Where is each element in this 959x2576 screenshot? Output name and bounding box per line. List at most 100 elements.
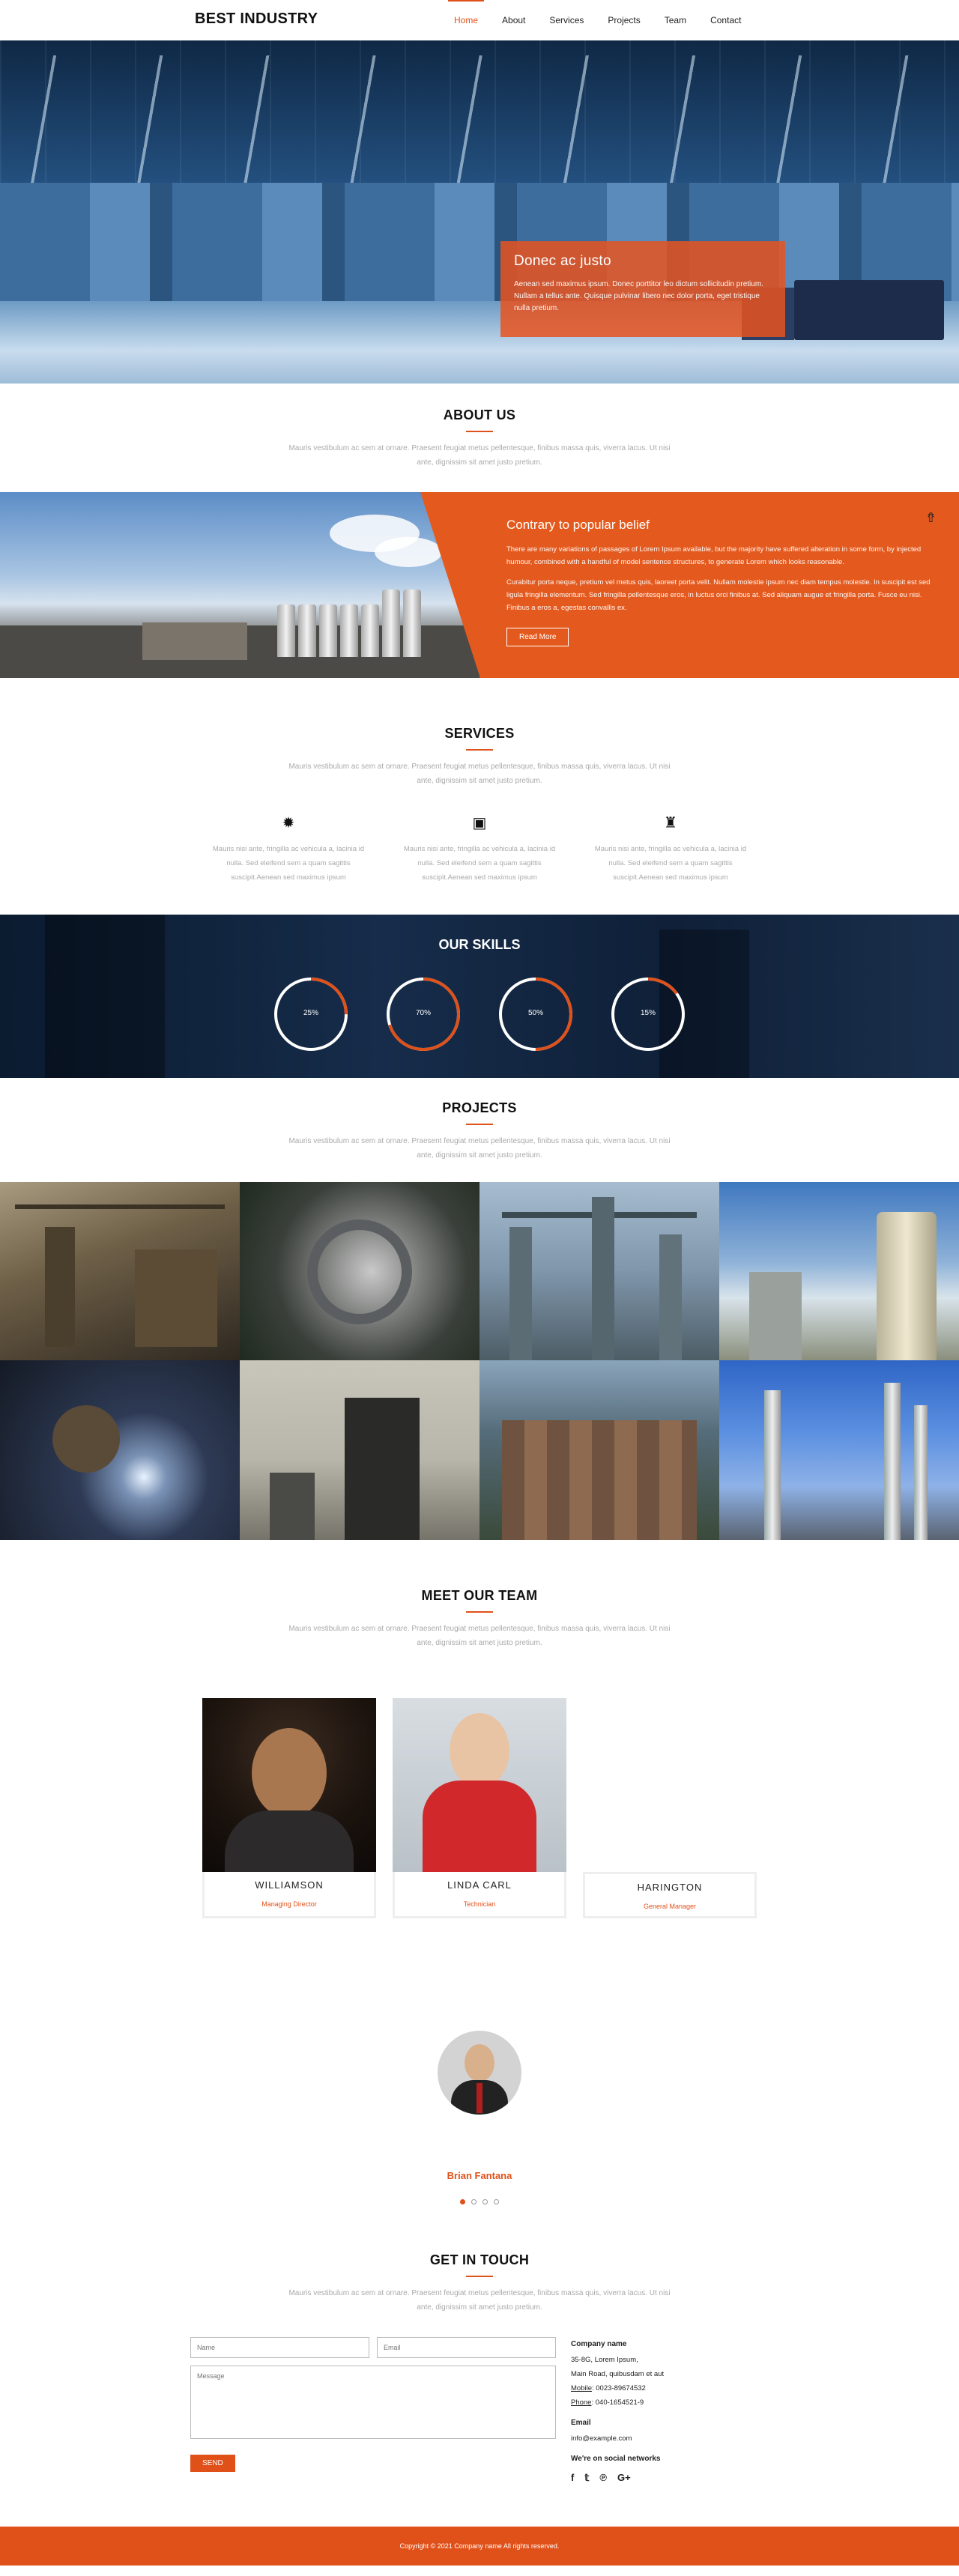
projects-header: PROJECTS Mauris vestibulum ac sem at orn… [0, 1078, 959, 1182]
carousel-dots [0, 2199, 959, 2204]
hero-image-truck [742, 280, 944, 340]
project-image[interactable] [719, 1360, 959, 1540]
nav-services[interactable]: Services [537, 0, 596, 40]
member-photo-placeholder [583, 1698, 757, 1872]
testimonial: Brian Fantana [0, 2031, 959, 2204]
team-member: LINDA CARL Technician [393, 1698, 566, 1918]
hero-text: Aenean sed maximus ipsum. Donec porttito… [514, 280, 763, 312]
member-photo [202, 1698, 376, 1872]
email-link[interactable]: info@example.com [571, 2431, 769, 2446]
phone-label: Phone [571, 2398, 592, 2407]
member-card: LINDA CARL Technician [393, 1872, 566, 1918]
heading-underline [466, 431, 493, 432]
project-image[interactable] [719, 1182, 959, 1360]
service-item: ♜ Mauris nisi ante, fringilla ac vehicul… [592, 813, 749, 885]
project-image[interactable] [0, 1360, 240, 1540]
project-image[interactable] [480, 1360, 719, 1540]
services-intro: Mauris vestibulum ac sem at ornare. Prae… [288, 763, 671, 785]
carousel-dot[interactable] [494, 2199, 499, 2204]
about-image-building [142, 622, 247, 660]
about-header: ABOUT US Mauris vestibulum ac sem at orn… [0, 384, 959, 492]
services-list: ✹ Mauris nisi ante, fringilla ac vehicul… [0, 813, 959, 885]
address-line: 35-8G, Lorem Ipsum, [571, 2356, 638, 2364]
skill-dial: 50% [497, 976, 574, 1052]
member-role: Managing Director [261, 1900, 317, 1908]
nav-team[interactable]: Team [653, 0, 698, 40]
projects-gallery [0, 1182, 959, 1540]
email-title: Email [571, 2419, 591, 2427]
about-image-silo [298, 604, 316, 657]
project-image[interactable] [480, 1182, 719, 1360]
copyright-text: Copyright © 2021 Company name All rights… [399, 2542, 560, 2550]
twitter-icon[interactable]: 𝕥 [584, 2470, 589, 2485]
heading-underline [466, 749, 493, 751]
about-para-2: Curabitur porta neque, pretium vel metus… [506, 578, 931, 612]
scroll-up-icon[interactable]: ⇮ [925, 510, 937, 526]
skill-percent: 15% [640, 1009, 656, 1017]
facebook-icon[interactable]: f [571, 2470, 574, 2485]
member-name: HARINGTON [637, 1882, 703, 1893]
service-item: ✹ Mauris nisi ante, fringilla ac vehicul… [210, 813, 367, 885]
nav-about[interactable]: About [490, 0, 537, 40]
name-input[interactable] [190, 2337, 369, 2358]
member-role: General Manager [643, 1903, 697, 1910]
message-textarea[interactable] [190, 2366, 556, 2439]
hero-image-lights [0, 55, 959, 183]
heading-underline [466, 1124, 493, 1125]
mobile-label: Mobile [571, 2384, 592, 2392]
heading-underline [466, 1611, 493, 1613]
service-text: Mauris nisi ante, fringilla ac vehicula … [403, 845, 556, 882]
skills-heading: OUR SKILLS [438, 937, 521, 952]
member-role: Technician [463, 1900, 496, 1908]
team-member: WILLIAMSON Managing Director [202, 1698, 376, 1918]
send-button[interactable]: SEND [190, 2455, 235, 2472]
contact-area: SEND Company name 35-8G, Lorem Ipsum, Ma… [190, 2337, 769, 2485]
main-menu: Home About Services Projects Team Contac… [442, 0, 753, 40]
project-image[interactable] [240, 1182, 480, 1360]
page: BEST INDUSTRY Home About Services Projec… [0, 0, 959, 2566]
about-intro: Mauris vestibulum ac sem at ornare. Prae… [288, 444, 671, 467]
email-input[interactable] [377, 2337, 556, 2358]
services-header: SERVICES Mauris vestibulum ac sem at orn… [0, 678, 959, 788]
member-name: LINDA CARL [447, 1879, 512, 1891]
mobile-line: Mobile: 0023-89674532 [571, 2381, 769, 2395]
brand-logo[interactable]: BEST INDUSTRY [195, 10, 318, 28]
about-image-silo [403, 590, 421, 657]
about-image-silo [361, 604, 379, 657]
about-content: Contrary to popular belief There are man… [480, 492, 959, 678]
address-line: Main Road, quibusdam et aut [571, 2370, 665, 2378]
heading-underline [466, 2276, 493, 2277]
about-image-silo [319, 604, 337, 657]
skill-percent: 25% [303, 1009, 318, 1017]
carousel-dot[interactable] [471, 2199, 477, 2204]
services-heading: SERVICES [444, 726, 515, 741]
about-heading: ABOUT US [443, 407, 516, 422]
skill-percent: 50% [527, 1009, 543, 1017]
testimonial-name: Brian Fantana [447, 2170, 512, 2181]
chess-rook-icon: ♜ [664, 815, 677, 831]
contact-form: SEND [190, 2337, 556, 2485]
read-more-button[interactable]: Read More [506, 628, 569, 646]
carousel-dot[interactable] [482, 2199, 488, 2204]
hero-banner: Donec ac justo Aenean sed maximus ipsum.… [0, 40, 959, 384]
google-plus-icon[interactable]: G+ [617, 2470, 631, 2485]
contact-intro: Mauris vestibulum ac sem at ornare. Prae… [288, 2289, 671, 2312]
nav-contact[interactable]: Contact [698, 0, 753, 40]
nav-home[interactable]: Home [442, 0, 490, 40]
skills-dials: 25% 70% 50% 15% [273, 976, 686, 1052]
team-list: WILLIAMSON Managing Director LINDA CARL … [0, 1698, 959, 1918]
project-image[interactable] [240, 1360, 480, 1540]
top-nav: BEST INDUSTRY Home About Services Projec… [0, 0, 959, 40]
nav-projects[interactable]: Projects [596, 0, 652, 40]
member-photo [393, 1698, 566, 1872]
carousel-dot[interactable] [460, 2199, 465, 2204]
projects-intro: Mauris vestibulum ac sem at ornare. Prae… [288, 1137, 671, 1160]
member-name: WILLIAMSON [255, 1879, 324, 1891]
footer: Copyright © 2021 Company name All rights… [0, 2527, 959, 2566]
about-para-1: There are many variations of passages of… [506, 545, 922, 566]
hero-caption: Donec ac justo Aenean sed maximus ipsum.… [500, 241, 785, 337]
pinterest-icon[interactable]: ℗ [599, 2470, 607, 2485]
skills-section: OUR SKILLS 25% 70% 50% 15% [0, 915, 959, 1078]
about-image-silo [340, 604, 358, 657]
project-image[interactable] [0, 1182, 240, 1360]
